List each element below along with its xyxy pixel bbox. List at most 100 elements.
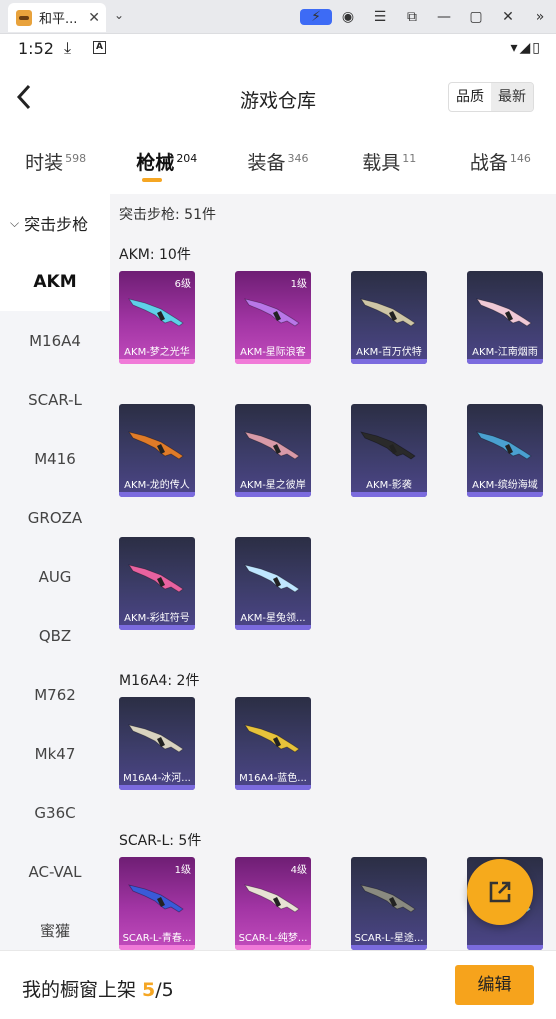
download-icon: ⤓	[64, 38, 72, 57]
skin-name: AKM-星兔领...	[240, 613, 306, 624]
edit-button[interactable]: 编辑	[455, 965, 534, 1005]
sort-latest-button[interactable]: 最新	[491, 83, 533, 111]
chevron-down-icon[interactable]: ⌄	[114, 8, 124, 22]
skin-card[interactable]: M16A4-冰河...	[119, 697, 195, 790]
showcase-label: 我的橱窗上架	[22, 979, 143, 1001]
screenshot-icon[interactable]: ⧉	[396, 9, 428, 25]
browser-tab[interactable]: 和平... ✕	[8, 3, 106, 32]
skin-card[interactable]: AKM-星之彼岸	[235, 404, 311, 497]
skin-name: AKM-星际浪客	[240, 347, 306, 358]
skin-card[interactable]: AKM-百万伏特	[351, 271, 427, 364]
sidebar-item-honey-badger[interactable]: 蜜獾	[0, 901, 110, 950]
skin-card[interactable]: AKM-影袭	[351, 404, 427, 497]
page-header: 游戏仓库 品质 最新	[0, 64, 556, 132]
skin-name: AKM-百万伏特	[356, 347, 422, 358]
browser-titlebar: 和平... ✕ ⌄ ⚡ ◉ ☰ ⧉ — ▢ ✕ »	[0, 0, 556, 34]
quality-bar	[235, 625, 311, 630]
category-summary: 突击步枪: 51件	[119, 207, 216, 223]
menu-icon[interactable]: ☰	[364, 9, 396, 25]
gun-icon	[128, 431, 184, 460]
quality-bar	[119, 359, 195, 364]
gun-icon	[128, 884, 184, 913]
close-tab-icon[interactable]: ✕	[88, 10, 100, 26]
sidebar-item-groza[interactable]: GROZA	[0, 488, 110, 547]
skin-card[interactable]: AKM-彩虹符号	[119, 537, 195, 630]
skin-name: SCAR-L-星途...	[354, 933, 424, 944]
gun-icon	[244, 431, 300, 460]
tab-vehicles[interactable]: 载具 11	[334, 132, 445, 194]
skin-card[interactable]: 1级 SCAR-L-青春...	[119, 857, 195, 950]
quality-bar	[467, 359, 543, 364]
skin-name: AKM-江南烟雨	[472, 347, 538, 358]
share-button[interactable]	[467, 859, 533, 925]
sidebar-item-m762[interactable]: M762	[0, 665, 110, 724]
weapon-sidebar: ⌵ 突击步枪 AKM M16A4 SCAR-L M416 GROZA AUG Q…	[0, 194, 110, 950]
sidebar-item-akm[interactable]: AKM	[0, 252, 110, 311]
tab-count: 146	[509, 152, 531, 165]
sidebar-item-m416[interactable]: M416	[0, 429, 110, 488]
sidebar-item-m16a4[interactable]: M16A4	[0, 311, 110, 370]
boost-icon[interactable]: ⚡	[300, 9, 332, 25]
minimize-icon[interactable]: —	[428, 9, 460, 25]
signal-icons: ▾◢▯	[510, 40, 542, 56]
skin-card[interactable]: 6级 AKM-梦之光华	[119, 271, 195, 364]
showcase-total: /5	[155, 979, 174, 1001]
expand-icon[interactable]: »	[524, 9, 556, 25]
sidebar-item-ac-val[interactable]: AC-VAL	[0, 842, 110, 901]
tab-supplies[interactable]: 战备 146	[445, 132, 556, 194]
sidebar-item-aug[interactable]: AUG	[0, 547, 110, 606]
skin-card[interactable]: AKM-缤纷海域	[467, 404, 543, 497]
skin-card[interactable]: 1级 AKM-星际浪客	[235, 271, 311, 364]
showcase-count: 5	[142, 979, 156, 1001]
status-time: 1:52	[18, 39, 54, 58]
external-link-icon	[489, 881, 511, 903]
sort-quality-button[interactable]: 品质	[449, 83, 491, 111]
skin-card[interactable]: AKM-龙的传人	[119, 404, 195, 497]
quality-bar	[235, 359, 311, 364]
account-icon[interactable]: ◉	[332, 9, 364, 25]
tab-fashion[interactable]: 时装 598	[0, 132, 111, 194]
maximize-icon[interactable]: ▢	[460, 9, 492, 25]
quality-bar	[351, 359, 427, 364]
sidebar-item-mk47[interactable]: Mk47	[0, 724, 110, 783]
sidebar-item-g36c[interactable]: G36C	[0, 783, 110, 842]
gun-icon	[128, 564, 184, 593]
app-window: 和平... ✕ ⌄ ⚡ ◉ ☰ ⧉ — ▢ ✕ » 1:52 ⤓ A ▾◢▯ 游…	[0, 0, 556, 1019]
skin-name: M16A4-冰河...	[123, 773, 191, 784]
skin-level: 4级	[290, 865, 307, 876]
sidebar-item-scar-l[interactable]: SCAR-L	[0, 370, 110, 429]
quality-bar	[467, 492, 543, 497]
gun-icon	[476, 431, 532, 460]
skin-name: M16A4-蓝色...	[239, 773, 307, 784]
active-tab-indicator	[141, 178, 162, 182]
tab-count: 346	[287, 152, 309, 165]
skin-level: 1级	[290, 279, 307, 290]
skin-name: AKM-星之彼岸	[240, 480, 306, 491]
tab-label: 战备	[469, 152, 508, 174]
category-tabs: 时装 598 枪械 204 装备 346 载具 11 战备 146	[0, 132, 556, 194]
gun-icon	[244, 884, 300, 913]
skin-card[interactable]: AKM-星兔领...	[235, 537, 311, 630]
gun-icon	[360, 431, 416, 460]
sidebar-group-assault-rifles[interactable]: ⌵ 突击步枪	[0, 194, 110, 252]
skin-name: AKM-龙的传人	[124, 480, 190, 491]
skin-name: SCAR-L-青春...	[122, 933, 192, 944]
tab-count: 204	[176, 152, 198, 165]
quality-bar	[235, 785, 311, 790]
sort-toggle: 品质 最新	[448, 82, 534, 112]
showcase-status: 我的橱窗上架 5/5	[22, 975, 174, 1002]
tab-label: 装备	[247, 152, 286, 174]
close-window-icon[interactable]: ✕	[492, 9, 524, 25]
quality-bar	[235, 492, 311, 497]
skin-card[interactable]: M16A4-蓝色...	[235, 697, 311, 790]
skin-card[interactable]: 4级 SCAR-L-纯梦...	[235, 857, 311, 950]
bottom-bar: 我的橱窗上架 5/5 编辑	[0, 950, 556, 1019]
app-icon	[16, 9, 32, 26]
skin-card[interactable]: SCAR-L-星途...	[351, 857, 427, 950]
tab-equipment[interactable]: 装备 346	[222, 132, 333, 194]
gun-icon	[128, 724, 184, 753]
skin-name: AKM-彩虹符号	[124, 613, 190, 624]
skin-card[interactable]: AKM-江南烟雨	[467, 271, 543, 364]
sidebar-item-qbz[interactable]: QBZ	[0, 606, 110, 665]
tab-guns[interactable]: 枪械 204	[111, 132, 222, 194]
